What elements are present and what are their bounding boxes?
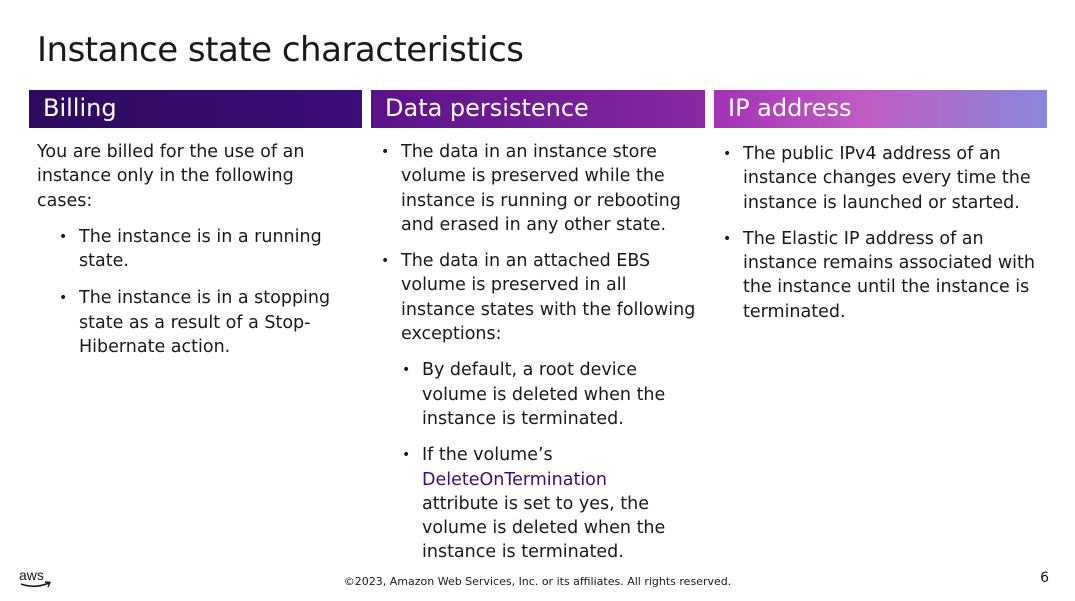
ip-address-header: IP address [714,90,1047,128]
billing-intro: You are billed for the use of an instanc… [37,142,305,211]
billing-bullet-stopping: The instance is in a stopping state as a… [58,286,352,359]
page-number: 6 [1040,570,1049,586]
sub-bullet-suffix: attribute is set to yes, the volume is d… [422,493,666,563]
data-bullet-ebs: The data in an attached EBS volume is pr… [380,249,702,565]
data-bullet-instance-store: The data in an instance store volume is … [380,140,702,237]
ip-address-column: The public IPv4 address of an instance c… [722,142,1052,336]
copyright-footer: ©2023, Amazon Web Services, Inc. or its … [343,575,732,588]
data-sub-bullet-root-device: By default, a root device volume is dele… [401,358,702,431]
delete-on-termination-code: DeleteOnTermination [422,469,607,490]
billing-bullet-running: The instance is in a running state. [58,225,352,274]
data-list: The data in an instance store volume is … [380,140,702,565]
data-persistence-column: The data in an instance store volume is … [380,140,702,577]
billing-header: Billing [29,90,362,128]
ip-bullet-public-ipv4: The public IPv4 address of an instance c… [722,142,1052,215]
billing-list: The instance is in a running state. The … [37,225,352,359]
ip-bullet-elastic-ip: The Elastic IP address of an instance re… [722,227,1052,324]
data-bullet-ebs-text: The data in an attached EBS volume is pr… [401,251,696,345]
data-sub-list: By default, a root device volume is dele… [401,358,702,564]
data-sub-bullet-delete-on-termination: If the volume’s DeleteOnTermination attr… [401,443,702,564]
data-persistence-header: Data persistence [371,90,705,128]
sub-bullet-prefix: If the volume’s [422,445,553,466]
ip-list: The public IPv4 address of an instance c… [722,142,1052,324]
slide-title: Instance state characteristics [37,30,524,70]
billing-column: You are billed for the use of an instanc… [37,140,352,372]
